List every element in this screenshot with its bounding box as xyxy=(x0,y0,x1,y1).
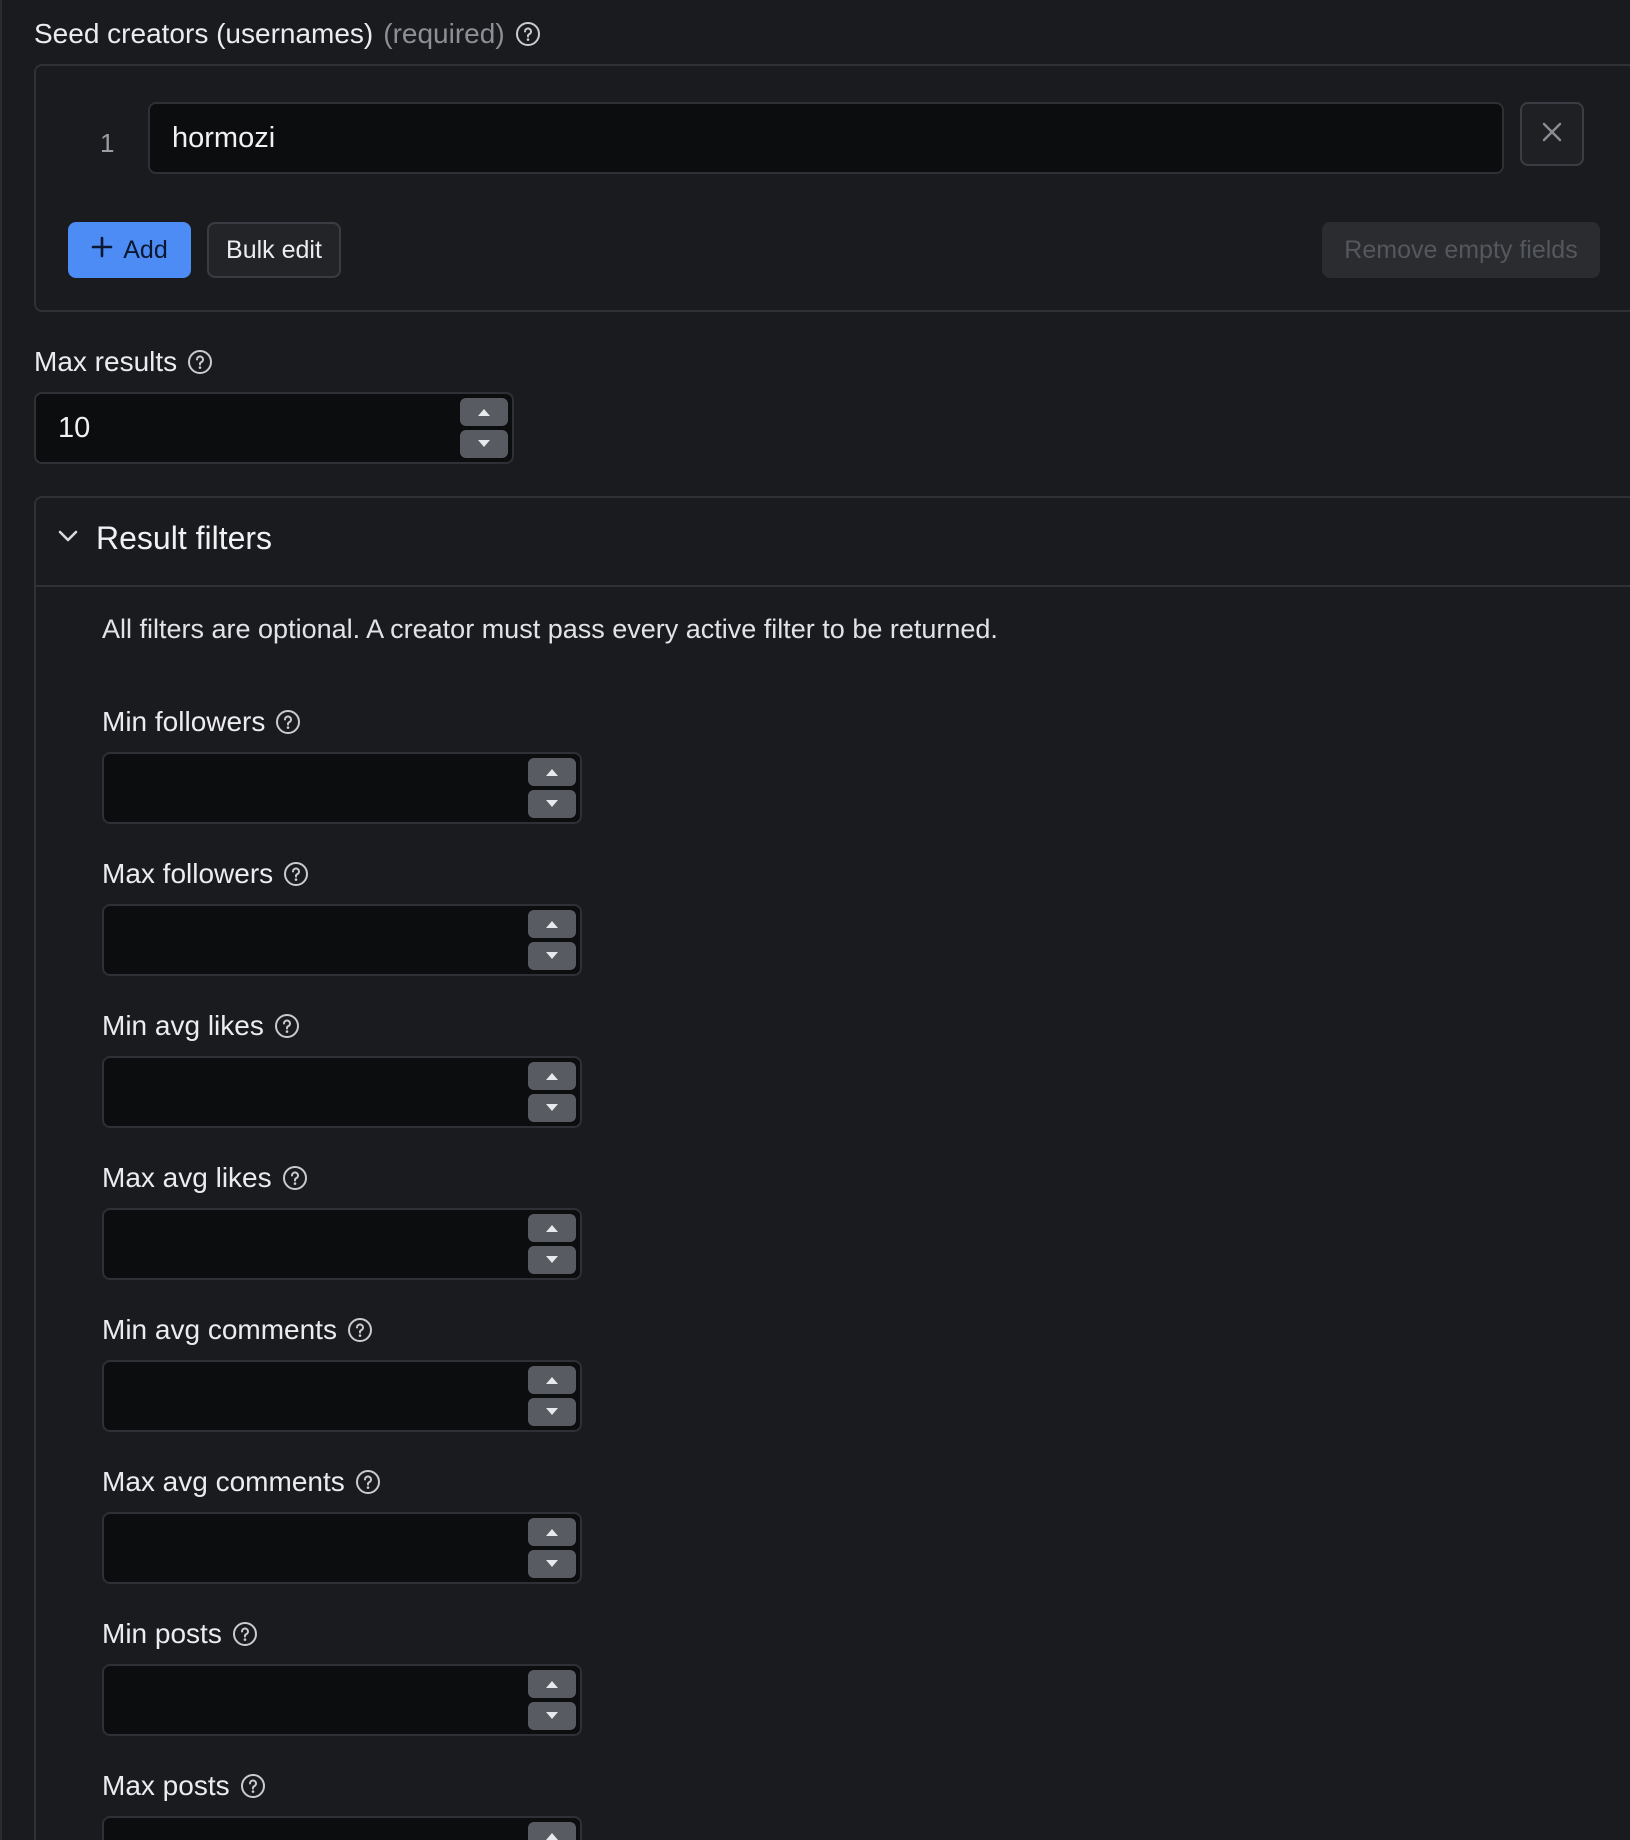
increment-button[interactable] xyxy=(460,398,508,426)
filter-label-text: Min avg comments xyxy=(102,1314,337,1345)
increment-button[interactable] xyxy=(528,1518,576,1546)
seed-creators-label: Seed creators (usernames) (required) xyxy=(34,18,541,50)
divider xyxy=(36,585,1630,587)
max-posts-label: Max posts xyxy=(102,1770,266,1802)
seed-creator-input[interactable] xyxy=(148,102,1504,174)
add-button-label: Add xyxy=(123,235,168,264)
increment-button[interactable] xyxy=(528,1214,576,1242)
max-results-input[interactable]: 10 xyxy=(34,392,514,464)
panel-left-border xyxy=(0,0,2,1840)
help-circle-icon[interactable] xyxy=(515,21,541,47)
add-button[interactable]: Add xyxy=(68,222,191,278)
plus-icon xyxy=(91,236,113,265)
min-posts-label: Min posts xyxy=(102,1618,258,1650)
result-filters-toggle[interactable]: Result filters xyxy=(56,520,272,557)
filter-label-text: Max avg likes xyxy=(102,1162,272,1193)
max-followers-input[interactable] xyxy=(102,904,582,976)
filter-label-text: Max posts xyxy=(102,1770,230,1801)
help-circle-icon[interactable] xyxy=(283,861,309,887)
help-circle-icon[interactable] xyxy=(187,349,213,375)
max-posts-input[interactable] xyxy=(102,1816,582,1840)
increment-button[interactable] xyxy=(528,1366,576,1394)
filter-label-text: Max followers xyxy=(102,858,274,889)
help-circle-icon[interactable] xyxy=(275,709,301,735)
max-avg-likes-input[interactable] xyxy=(102,1208,582,1280)
filter-label-text: Min avg likes xyxy=(102,1010,264,1041)
help-circle-icon[interactable] xyxy=(232,1621,258,1647)
max-results-value: 10 xyxy=(58,411,91,444)
max-results-label: Max results xyxy=(34,346,213,378)
decrement-button[interactable] xyxy=(460,430,508,458)
min-followers-label: Min followers xyxy=(102,706,301,738)
help-circle-icon[interactable] xyxy=(347,1317,373,1343)
result-filters-title: Result filters xyxy=(96,520,273,556)
increment-button[interactable] xyxy=(528,758,576,786)
seed-creators-label-text: Seed creators (usernames) xyxy=(34,18,374,49)
min-posts-input[interactable] xyxy=(102,1664,582,1736)
decrement-button[interactable] xyxy=(528,942,576,970)
result-filters-description: All filters are optional. A creator must… xyxy=(102,614,998,644)
min-avg-likes-label: Min avg likes xyxy=(102,1010,300,1042)
min-avg-likes-input[interactable] xyxy=(102,1056,582,1128)
remove-empty-fields-button[interactable]: Remove empty fields xyxy=(1322,222,1600,278)
decrement-button[interactable] xyxy=(528,1702,576,1730)
max-results-label-text: Max results xyxy=(34,346,178,377)
increment-button[interactable] xyxy=(528,1822,576,1840)
min-followers-input[interactable] xyxy=(102,752,582,824)
max-avg-likes-label: Max avg likes xyxy=(102,1162,308,1194)
row-index: 1 xyxy=(100,128,115,158)
decrement-button[interactable] xyxy=(528,1398,576,1426)
remove-row-button[interactable] xyxy=(1520,102,1584,166)
filter-label-text: Min posts xyxy=(102,1618,222,1649)
increment-button[interactable] xyxy=(528,1670,576,1698)
bulk-edit-button[interactable]: Bulk edit xyxy=(207,222,341,278)
increment-button[interactable] xyxy=(528,1062,576,1090)
help-circle-icon[interactable] xyxy=(240,1773,266,1799)
max-avg-comments-label: Max avg comments xyxy=(102,1466,381,1498)
filter-label-text: Min followers xyxy=(102,706,266,737)
increment-button[interactable] xyxy=(528,910,576,938)
decrement-button[interactable] xyxy=(528,1550,576,1578)
decrement-button[interactable] xyxy=(528,1094,576,1122)
decrement-button[interactable] xyxy=(528,790,576,818)
help-circle-icon[interactable] xyxy=(282,1165,308,1191)
chevron-down-icon xyxy=(56,524,80,553)
help-circle-icon[interactable] xyxy=(274,1013,300,1039)
required-indicator: (required) xyxy=(383,18,505,49)
help-circle-icon[interactable] xyxy=(355,1469,381,1495)
close-icon xyxy=(1541,121,1563,148)
max-avg-comments-input[interactable] xyxy=(102,1512,582,1584)
min-avg-comments-input[interactable] xyxy=(102,1360,582,1432)
filter-label-text: Max avg comments xyxy=(102,1466,345,1497)
input-form-page: Seed creators (usernames) (required) 1 A… xyxy=(0,0,1630,1840)
min-avg-comments-label: Min avg comments xyxy=(102,1314,373,1346)
max-followers-label: Max followers xyxy=(102,858,309,890)
decrement-button[interactable] xyxy=(528,1246,576,1274)
